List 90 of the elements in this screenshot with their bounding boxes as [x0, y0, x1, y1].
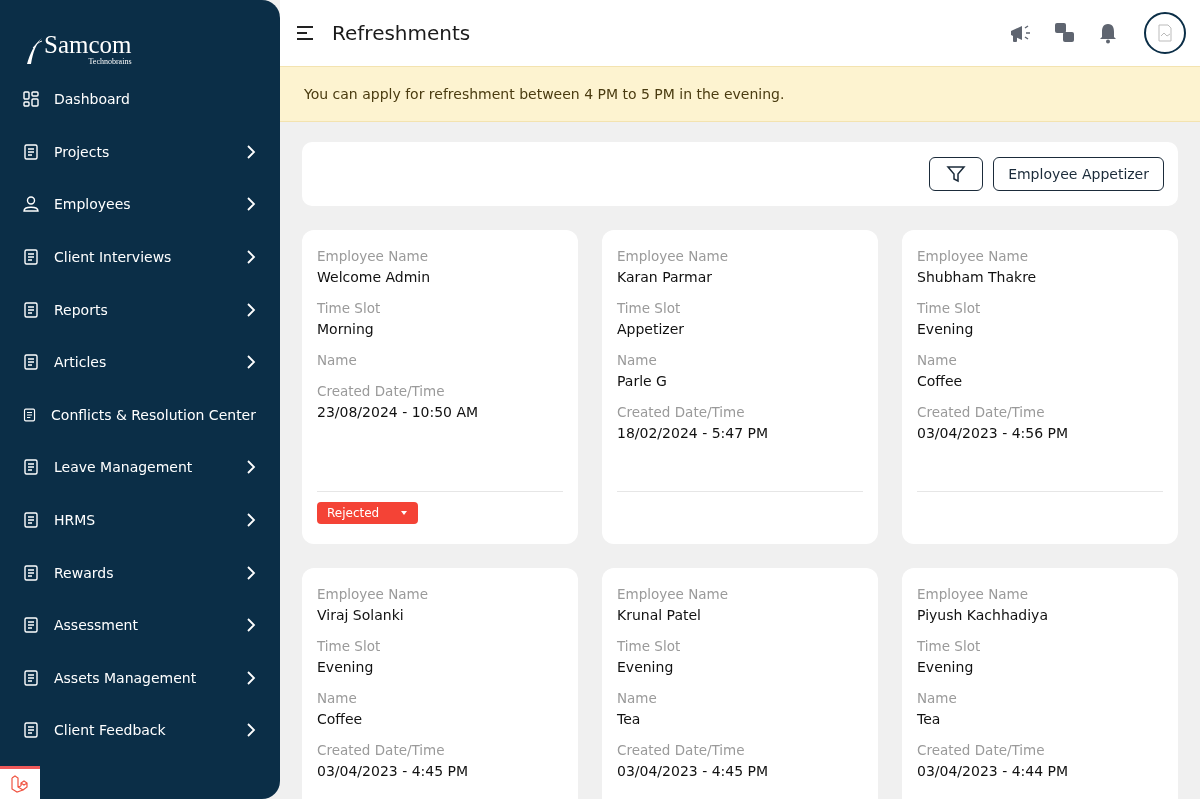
field-label: Employee Name [917, 585, 1029, 604]
sidebar-item[interactable]: Dashboard [0, 73, 280, 126]
field-label: Name [617, 351, 658, 370]
debugbar-tab[interactable] [0, 766, 40, 799]
field-label: Time Slot [617, 637, 682, 656]
field-label: Employee Name [617, 585, 729, 604]
field-value: Viraj Solanki [317, 606, 405, 625]
field-value: Welcome Admin [317, 268, 432, 287]
field-label: Created Date/Time [317, 382, 446, 401]
cube-stack-icon [10, 774, 30, 794]
field-value: Morning [317, 320, 375, 339]
page-title: Refreshments [332, 21, 472, 45]
menu-item-icon [22, 616, 40, 635]
field-label: Time Slot [917, 299, 982, 318]
filter-button[interactable] [929, 157, 984, 191]
field-label: Name [617, 689, 658, 708]
field-label: Name [317, 689, 358, 708]
avatar[interactable] [1144, 12, 1186, 54]
broken-image-icon [1157, 24, 1173, 42]
menu-icon[interactable] [296, 26, 314, 40]
field-label: Created Date/Time [617, 403, 746, 422]
field-label: Created Date/Time [617, 741, 746, 760]
field-value: Evening [317, 658, 375, 677]
menu-item-icon [22, 353, 40, 372]
field-value: Tea [917, 710, 942, 729]
field-value: Coffee [917, 372, 964, 391]
field-value: Karan Parmar [617, 268, 714, 287]
field-label: Created Date/Time [917, 403, 1046, 422]
field-label: Time Slot [617, 299, 682, 318]
field-value: Evening [917, 320, 975, 339]
employee-appetizer-button[interactable]: Employee Appetizer [993, 157, 1164, 191]
menu-item-icon [22, 721, 40, 740]
field-value: 03/04/2023 - 4:56 PM [917, 424, 1070, 443]
feather-icon [24, 36, 44, 66]
field-label: Created Date/Time [317, 741, 446, 760]
menu-item-icon [22, 300, 40, 319]
sidebar-item[interactable]: HRMS [0, 493, 280, 547]
field-value: 23/08/2024 - 10:50 AM [317, 403, 480, 422]
sidebar-item[interactable]: Reports [0, 283, 280, 336]
field-label: Time Slot [317, 299, 382, 318]
logo-name: Samcom [44, 33, 132, 57]
menu-item-icon [22, 563, 40, 582]
field-label: Employee Name [617, 247, 729, 266]
status-dropdown[interactable]: Rejected [317, 502, 418, 524]
field-label: Created Date/Time [917, 741, 1046, 760]
field-value: Coffee [317, 710, 364, 729]
field-label: Time Slot [317, 637, 382, 656]
sidebar-item[interactable]: Assets Management [0, 651, 280, 705]
field-value: Appetizer [617, 320, 686, 339]
megaphone-icon[interactable] [1008, 22, 1032, 44]
sidebar-item[interactable]: Employees [0, 178, 280, 231]
menu-item-icon [22, 511, 40, 530]
menu-item-icon [22, 90, 40, 109]
field-value: 03/04/2023 - 4:44 PM [917, 762, 1070, 781]
field-value: Tea [617, 710, 642, 729]
field-label: Employee Name [317, 247, 429, 266]
field-label: Name [317, 351, 358, 370]
field-value: Parle G [617, 372, 668, 391]
field-value: Evening [617, 658, 675, 677]
field-value: Evening [917, 658, 975, 677]
notice-text: You can apply for refreshment between 4 PM to 5 PM in the evening. [304, 86, 785, 102]
sidebar-item[interactable]: Conflicts & Resolution Center [0, 388, 280, 442]
field-value: 18/02/2024 - 5:47 PM [617, 424, 770, 443]
menu-item-icon [22, 458, 40, 477]
caret-down-icon [400, 510, 408, 516]
bell-icon[interactable] [1098, 22, 1118, 44]
field-value: 03/04/2023 - 4:45 PM [317, 762, 470, 781]
menu-item-icon [22, 405, 38, 424]
sidebar-item[interactable]: Projects [0, 125, 280, 179]
sidebar-item[interactable]: Assessment [0, 598, 280, 652]
sidebar-item[interactable]: Client Interviews [0, 230, 280, 284]
sidebar-item[interactable]: Client Feedback [0, 704, 280, 757]
sidebar-item[interactable]: Articles [0, 335, 280, 389]
field-value: 03/04/2023 - 4:45 PM [617, 762, 770, 781]
field-value: Krunal Patel [617, 606, 702, 625]
field-value: Shubham Thakre [917, 268, 1038, 287]
field-value: Piyush Kachhadiya [917, 606, 1049, 625]
sidebar-item[interactable]: Rewards [0, 546, 280, 599]
sidebar-item[interactable]: Leave Management [0, 441, 280, 494]
field-label: Employee Name [317, 585, 429, 604]
menu-item-icon [22, 248, 40, 267]
menu-item-icon [22, 668, 40, 687]
logo-tagline: Technobrains [88, 57, 132, 66]
field-label: Employee Name [917, 247, 1029, 266]
field-label: Name [917, 689, 958, 708]
menu-item-icon [22, 142, 40, 161]
field-label: Time Slot [917, 637, 982, 656]
menu-item-icon [22, 195, 40, 214]
field-label: Name [917, 351, 958, 370]
filter-icon [946, 165, 967, 183]
